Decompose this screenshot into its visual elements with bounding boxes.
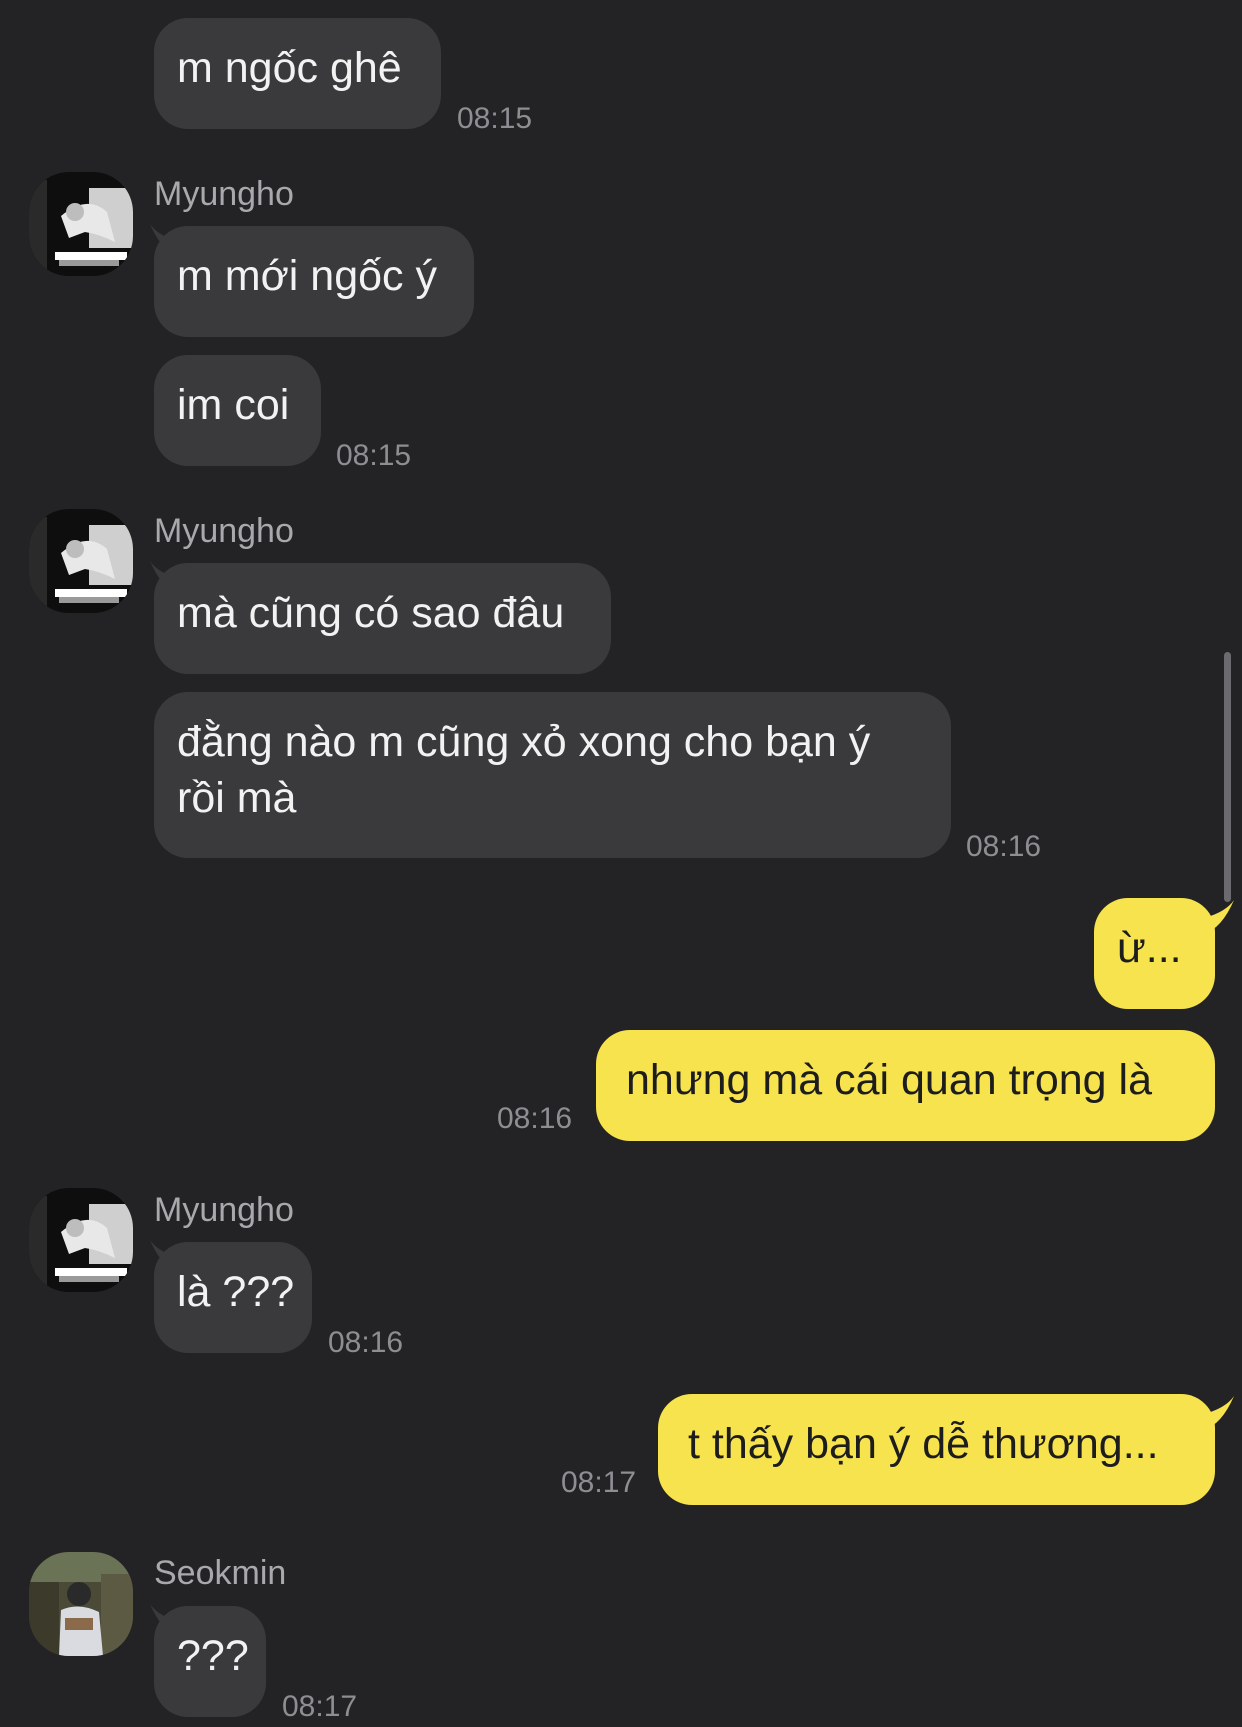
bubble-tail — [1204, 1396, 1234, 1430]
message-timestamp: 08:16 — [497, 1102, 573, 1135]
avatar-photo-icon — [29, 1552, 133, 1656]
message-timestamp: 08:17 — [561, 1466, 637, 1499]
message-bubble-outgoing[interactable]: ừ... — [1094, 898, 1215, 1009]
sender-name: Seokmin — [154, 1554, 287, 1592]
avatar[interactable] — [29, 172, 133, 276]
message-bubble[interactable]: mà cũng có sao đâu — [154, 563, 611, 674]
avatar[interactable] — [29, 1188, 133, 1292]
message-bubble[interactable]: đằng nào m cũng xỏ xong cho bạn ý rồi mà — [154, 692, 951, 858]
avatar-photo-icon — [29, 1188, 133, 1292]
message-bubble[interactable]: là ??? — [154, 1242, 312, 1353]
message-bubble[interactable]: im coi — [154, 355, 321, 466]
message-bubble-outgoing[interactable]: nhưng mà cái quan trọng là — [596, 1030, 1215, 1141]
message-bubble[interactable]: m ngốc ghê — [154, 18, 441, 129]
sender-name: Myungho — [154, 1191, 294, 1229]
sender-name: Myungho — [154, 175, 294, 213]
avatar[interactable] — [29, 509, 133, 613]
message-bubble-outgoing[interactable]: t thấy bạn ý dễ thương... — [658, 1394, 1215, 1505]
avatar[interactable] — [29, 1552, 133, 1656]
message-timestamp: 08:17 — [282, 1690, 358, 1723]
sender-name: Myungho — [154, 512, 294, 550]
message-timestamp: 08:15 — [336, 439, 412, 472]
scrollbar[interactable] — [1224, 652, 1231, 902]
bubble-tail — [1204, 900, 1234, 934]
message-timestamp: 08:16 — [966, 830, 1042, 863]
message-bubble[interactable]: ??? — [154, 1606, 266, 1717]
message-bubble[interactable]: m mới ngốc ý — [154, 226, 474, 337]
message-timestamp: 08:15 — [457, 102, 533, 135]
avatar-photo-icon — [29, 172, 133, 276]
message-timestamp: 08:16 — [328, 1326, 404, 1359]
avatar-photo-icon — [29, 509, 133, 613]
